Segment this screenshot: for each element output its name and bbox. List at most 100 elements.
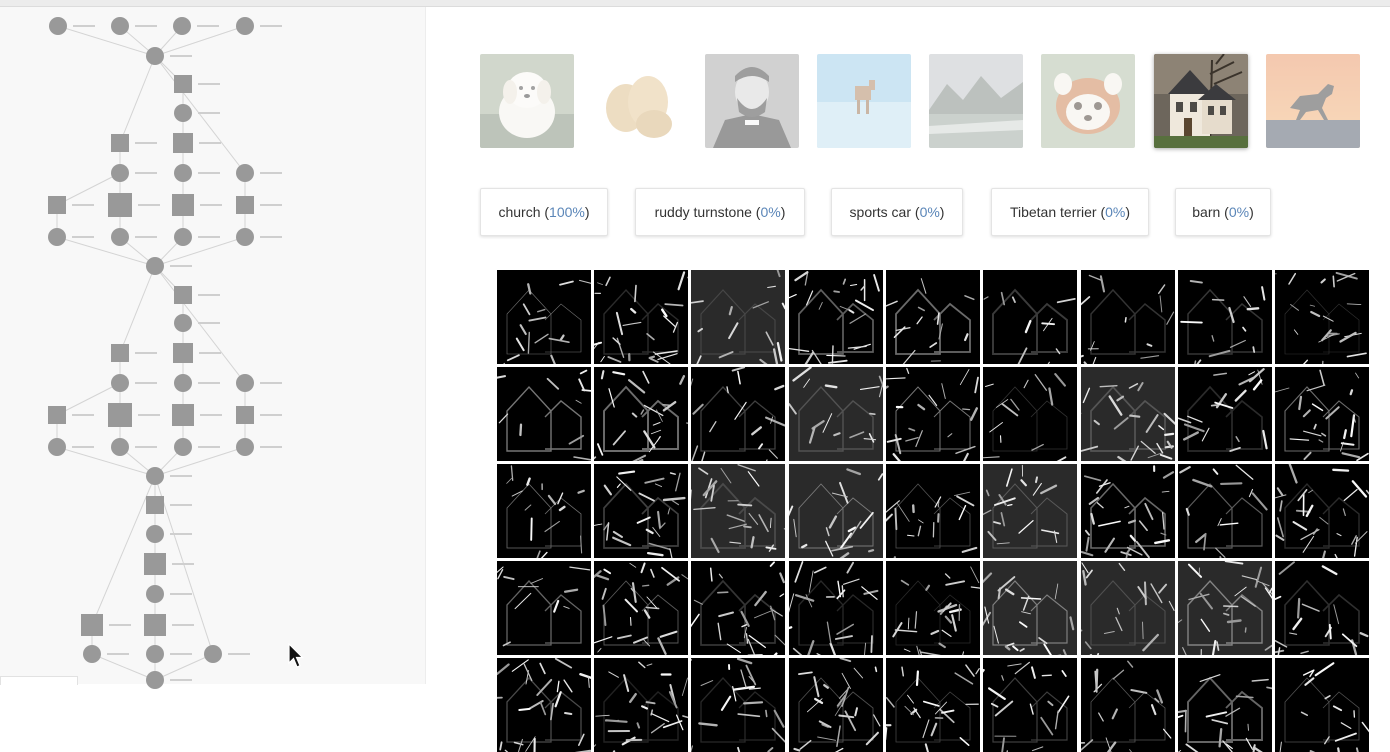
feature-map[interactable] [886,658,980,752]
graph-node[interactable] [236,17,254,35]
graph-node[interactable] [236,196,254,214]
graph-node[interactable] [111,374,129,392]
feature-map[interactable] [886,561,980,655]
graph-node[interactable] [173,133,193,153]
graph-node[interactable] [48,406,66,424]
thumbnail-house[interactable] [1154,54,1248,148]
feature-map[interactable] [886,464,980,558]
feature-map[interactable] [1178,561,1272,655]
graph-node[interactable] [146,645,164,663]
feature-map[interactable] [1275,367,1369,461]
graph-node[interactable] [108,403,132,427]
feature-map[interactable] [594,367,688,461]
graph-node[interactable] [108,193,132,217]
feature-map[interactable] [789,658,883,752]
graph-node[interactable] [174,374,192,392]
graph-node[interactable] [146,47,164,65]
graph-node[interactable] [146,585,164,603]
feature-map[interactable] [1178,464,1272,558]
feature-map[interactable] [789,561,883,655]
graph-node[interactable] [174,228,192,246]
graph-node[interactable] [174,314,192,332]
graph-node[interactable] [111,438,129,456]
graph-node[interactable] [172,194,194,216]
feature-map[interactable] [1081,658,1175,752]
graph-node[interactable] [111,344,129,362]
feature-map[interactable] [497,367,591,461]
feature-map[interactable] [497,270,591,364]
feature-map[interactable] [1275,464,1369,558]
graph-node[interactable] [49,17,67,35]
graph-node[interactable] [111,134,129,152]
feature-map[interactable] [1081,464,1175,558]
graph-node[interactable] [111,17,129,35]
feature-map[interactable] [691,464,785,558]
thumbnail-mountain-lake[interactable] [929,54,1023,148]
graph-node[interactable] [174,104,192,122]
thumbnail-lincoln-portrait[interactable] [705,54,799,148]
thumbnail-potatoes[interactable] [592,54,686,148]
graph-node[interactable] [236,374,254,392]
graph-node[interactable] [146,671,164,689]
feature-map[interactable] [1275,270,1369,364]
thumbnail-red-panda[interactable] [1041,54,1135,148]
feature-map[interactable] [1178,658,1272,752]
feature-map[interactable] [1275,561,1369,655]
feature-map[interactable] [789,270,883,364]
graph-node[interactable] [146,525,164,543]
feature-map[interactable] [983,464,1077,558]
graph-node[interactable] [146,496,164,514]
feature-map[interactable] [1081,561,1175,655]
feature-map[interactable] [691,561,785,655]
graph-node[interactable] [144,614,166,636]
feature-map[interactable] [1275,658,1369,752]
feature-map[interactable] [886,367,980,461]
feature-map[interactable] [1081,367,1175,461]
feature-map[interactable] [594,561,688,655]
graph-node[interactable] [81,614,103,636]
feature-map[interactable] [594,658,688,752]
feature-map[interactable] [789,367,883,461]
graph-node[interactable] [173,17,191,35]
graph-node[interactable] [236,164,254,182]
graph-node[interactable] [236,228,254,246]
feature-map[interactable] [789,464,883,558]
thumbnail-puppy[interactable] [480,54,574,148]
graph-node[interactable] [48,196,66,214]
graph-node[interactable] [48,228,66,246]
graph-node[interactable] [83,645,101,663]
graph-node[interactable] [204,645,222,663]
thumbnail-deer-on-ice[interactable] [817,54,911,148]
graph-node[interactable] [173,343,193,363]
feature-map[interactable] [1081,270,1175,364]
graph-node[interactable] [174,75,192,93]
graph-node[interactable] [174,438,192,456]
feature-map[interactable] [983,367,1077,461]
graph-node[interactable] [236,406,254,424]
feature-map[interactable] [1178,367,1272,461]
feature-map[interactable] [886,270,980,364]
feature-map[interactable] [691,658,785,752]
graph-node[interactable] [146,467,164,485]
feature-map[interactable] [594,464,688,558]
feature-map[interactable] [691,270,785,364]
feature-map[interactable] [497,464,591,558]
graph-node[interactable] [111,228,129,246]
thumbnail-horse-silhouette[interactable] [1266,54,1360,148]
feature-map[interactable] [1178,270,1272,364]
feature-map[interactable] [983,270,1077,364]
graph-node[interactable] [236,438,254,456]
feature-map[interactable] [983,658,1077,752]
feature-map[interactable] [983,561,1077,655]
feature-map[interactable] [691,367,785,461]
graph-node[interactable] [111,164,129,182]
graph-node[interactable] [174,286,192,304]
graph-node[interactable] [144,553,166,575]
graph-node[interactable] [172,404,194,426]
feature-map[interactable] [497,658,591,752]
feature-map[interactable] [594,270,688,364]
graph-node[interactable] [146,257,164,275]
graph-node[interactable] [174,164,192,182]
feature-map[interactable] [497,561,591,655]
graph-node[interactable] [48,438,66,456]
